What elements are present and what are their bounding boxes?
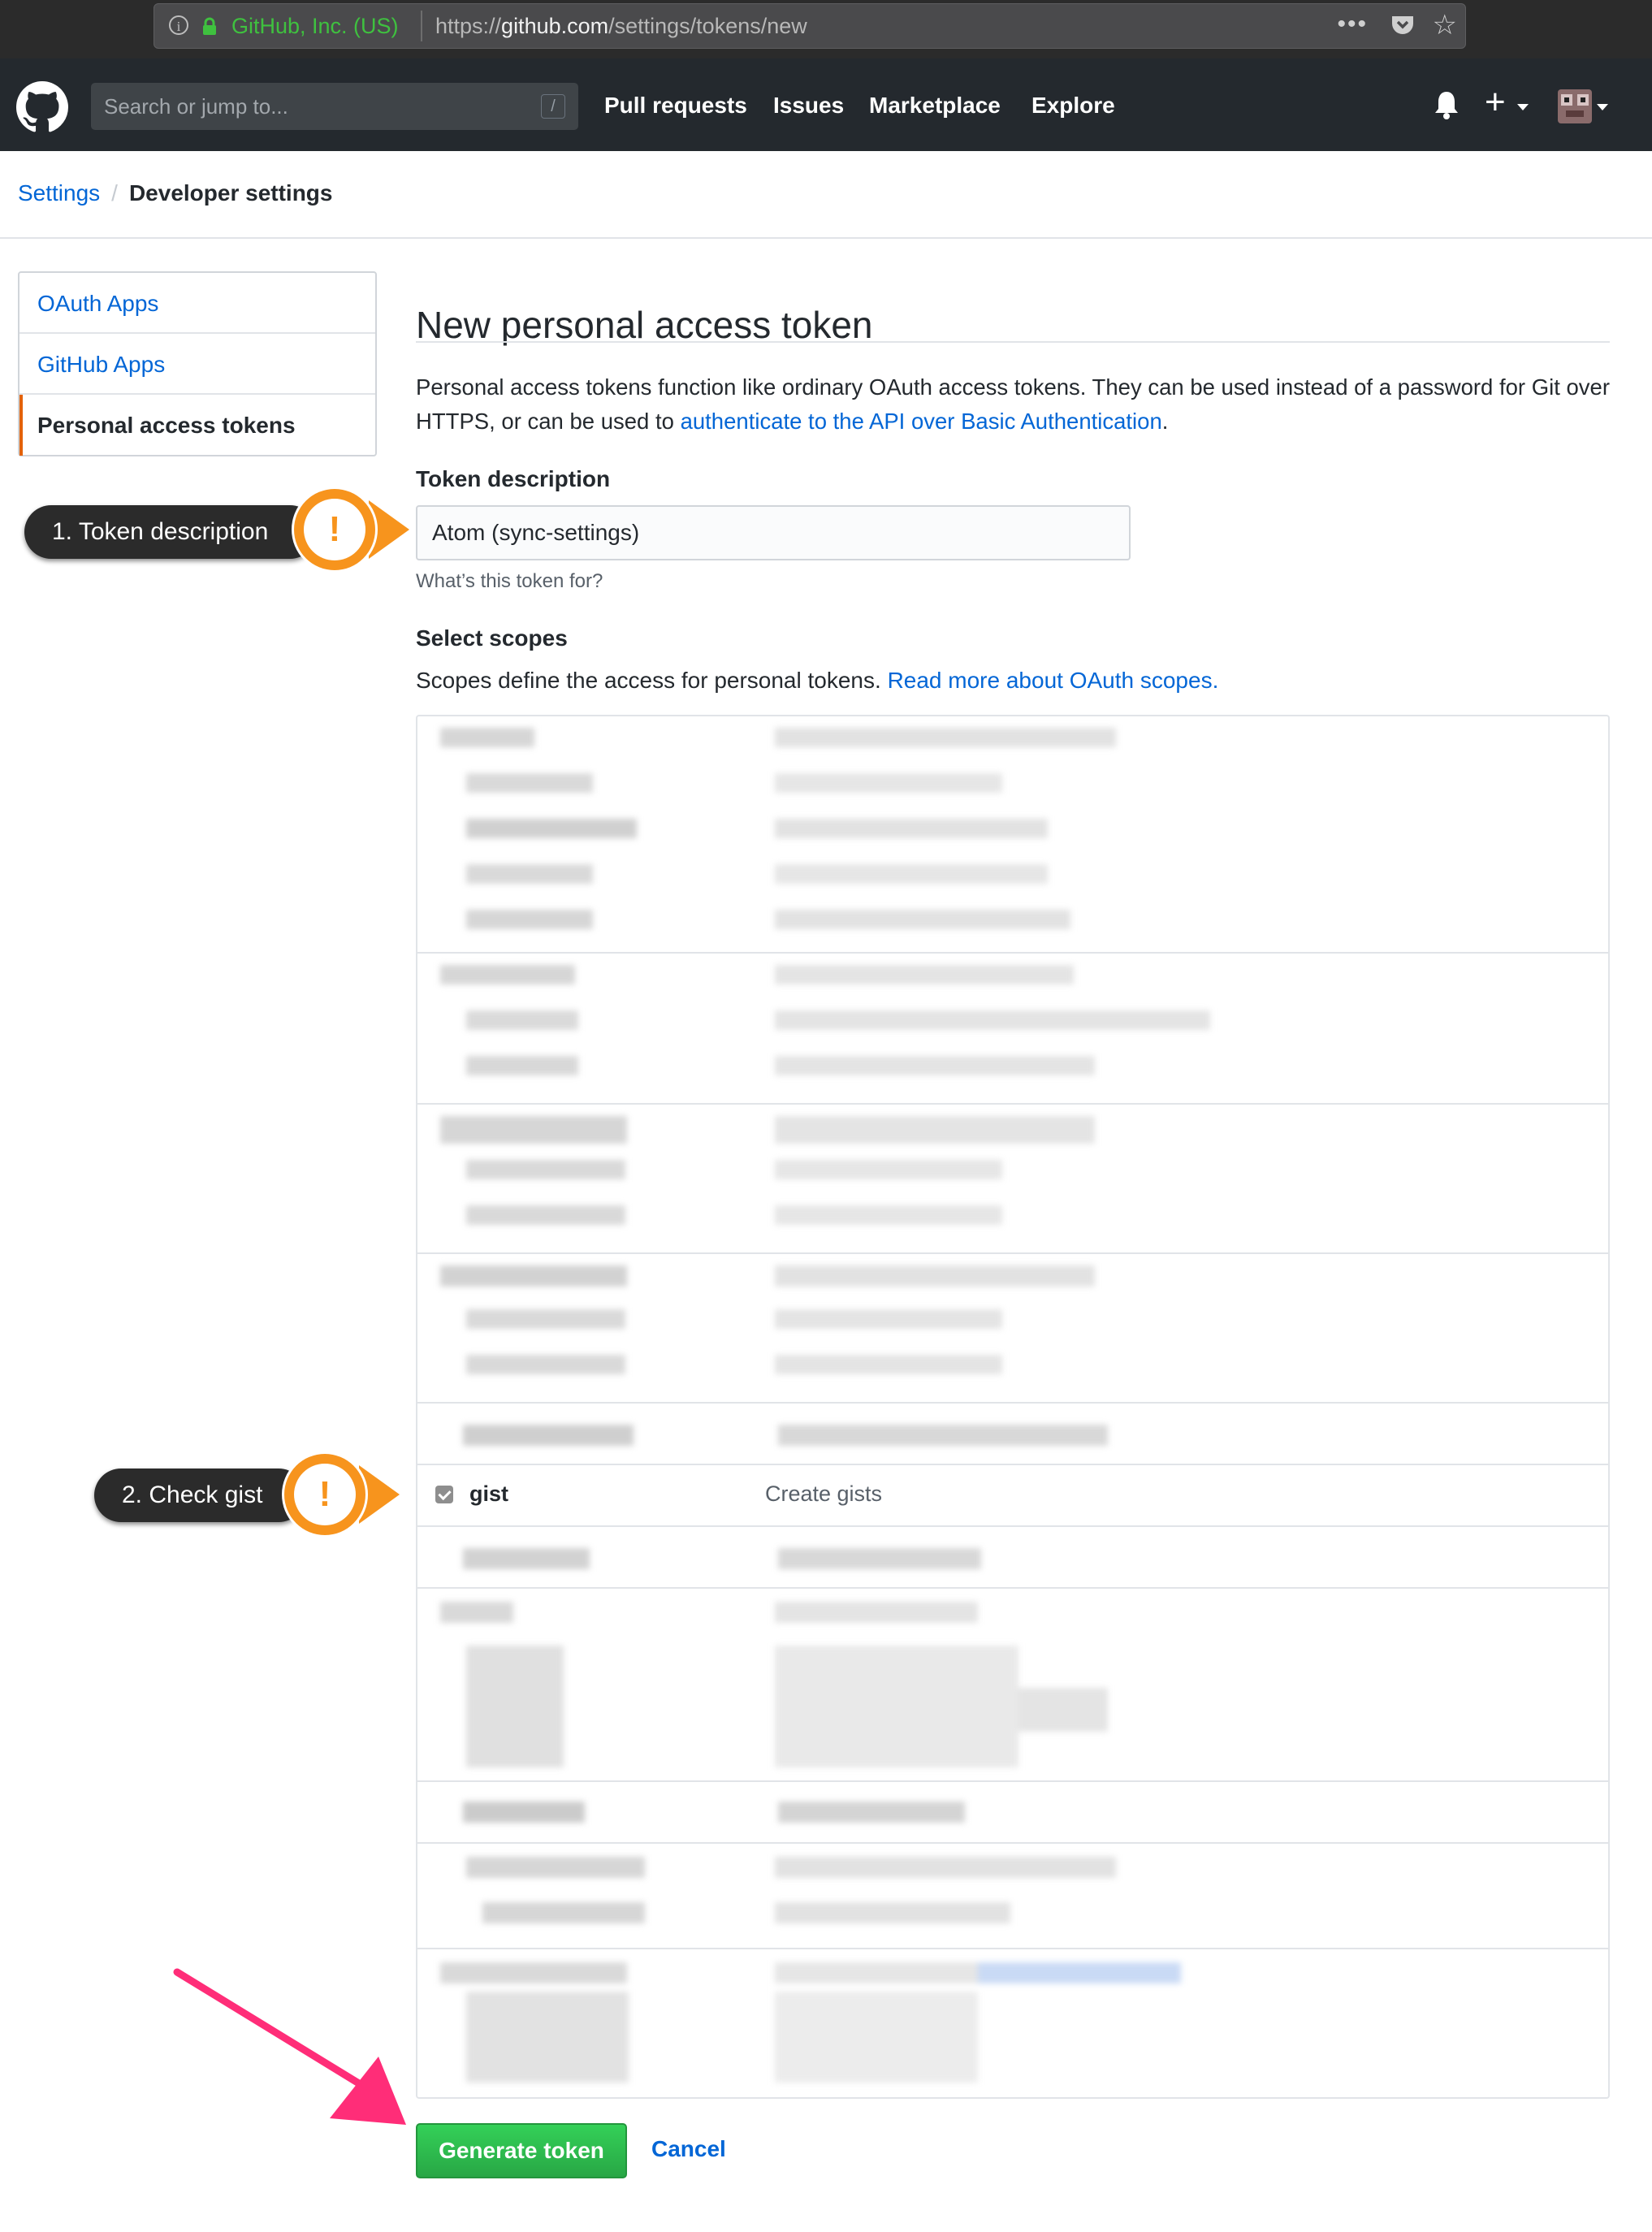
- user-avatar[interactable]: [1558, 89, 1592, 123]
- pixelated-scope-group: [434, 726, 1116, 945]
- annotation-step2-label: 2. Check gist: [94, 1469, 305, 1522]
- oauth-scopes-link[interactable]: Read more about OAuth scopes.: [888, 668, 1219, 693]
- scope-divider: [417, 1464, 1608, 1465]
- nav-explore[interactable]: Explore: [1031, 93, 1115, 119]
- scope-divider: [417, 1780, 1608, 1782]
- scopes-table: gist Create gists: [416, 715, 1610, 2099]
- page-title: New personal access token: [416, 303, 873, 346]
- github-logo-icon[interactable]: [16, 81, 68, 133]
- pixelated-scope-group: [434, 1959, 1181, 2089]
- search-placeholder: Search or jump to...: [104, 94, 288, 119]
- cancel-button[interactable]: Cancel: [651, 2136, 726, 2162]
- sidebar-item-github-apps[interactable]: GitHub Apps: [19, 334, 375, 395]
- scope-divider: [417, 1525, 1608, 1527]
- notifications-bell-icon[interactable]: [1433, 89, 1460, 120]
- nav-issues[interactable]: Issues: [773, 93, 844, 119]
- pixelated-scope-group: [434, 1598, 1165, 1772]
- intro-paragraph: Personal access tokens function like ord…: [416, 370, 1618, 439]
- bookmark-star-icon[interactable]: ☆: [1433, 9, 1457, 41]
- svg-text:!: !: [329, 509, 341, 549]
- address-separator: [421, 11, 422, 41]
- chevron-down-icon[interactable]: [1597, 104, 1608, 110]
- github-header: Search or jump to... / Pull requests Iss…: [0, 58, 1652, 151]
- breadcrumb: Settings / Developer settings: [18, 180, 332, 206]
- pixelated-scope-row: [434, 1543, 1132, 1576]
- basic-auth-link[interactable]: authenticate to the API over Basic Authe…: [681, 409, 1162, 434]
- gist-checkbox[interactable]: [435, 1486, 453, 1503]
- scopes-text: Scopes define the access for personal to…: [416, 668, 888, 693]
- sidebar-item-oauth-apps[interactable]: OAuth Apps: [19, 273, 375, 334]
- pixelated-scope-group: [434, 1262, 1100, 1395]
- annotation-step1-label: 1. Token description: [24, 505, 317, 559]
- scope-divider: [417, 1103, 1608, 1105]
- gist-scope-name: gist: [469, 1482, 509, 1506]
- nav-marketplace[interactable]: Marketplace: [869, 93, 1001, 119]
- intro-end: .: [1161, 409, 1169, 434]
- search-input[interactable]: Search or jump to... /: [91, 83, 578, 130]
- token-description-note: What’s this token for?: [416, 570, 603, 592]
- site-identity: GitHub, Inc. (US): [231, 14, 399, 38]
- scopes-description: Scopes define the access for personal to…: [416, 668, 1218, 694]
- pink-arrow-icon: [173, 1968, 406, 2125]
- svg-text:!: !: [319, 1474, 331, 1514]
- header-divider: [0, 237, 1652, 239]
- pixelated-scope-group: [434, 1854, 1132, 1935]
- search-shortcut-key: /: [541, 94, 565, 119]
- nav-pull-requests[interactable]: Pull requests: [604, 93, 747, 119]
- lock-icon: [203, 17, 216, 35]
- gist-scope-description: Create gists: [765, 1482, 883, 1506]
- title-divider: [416, 341, 1610, 343]
- info-icon[interactable]: i: [169, 15, 188, 35]
- page-actions-icon[interactable]: •••: [1337, 11, 1368, 38]
- scope-divider: [417, 952, 1608, 954]
- browser-toolbar: i GitHub, Inc. (US) https://github.com/s…: [0, 0, 1652, 58]
- token-description-label: Token description: [416, 466, 611, 491]
- pocket-icon[interactable]: [1390, 14, 1415, 37]
- select-scopes-label: Select scopes: [416, 625, 568, 651]
- breadcrumb-settings-link[interactable]: Settings: [18, 180, 100, 205]
- sidebar-item-personal-access-tokens[interactable]: Personal access tokens: [19, 395, 375, 456]
- address-bar[interactable]: i GitHub, Inc. (US) https://github.com/s…: [154, 3, 1466, 49]
- pixelated-scope-group: [434, 1113, 1100, 1246]
- annotation-warning-badge-icon: !: [282, 1451, 400, 1538]
- url-text[interactable]: https://github.com/settings/tokens/new: [435, 14, 807, 39]
- scope-divider: [417, 1252, 1608, 1254]
- breadcrumb-separator: /: [111, 180, 118, 205]
- pixelated-scope-row: [434, 1420, 1132, 1452]
- scope-divider: [417, 1948, 1608, 1949]
- breadcrumb-current: Developer settings: [128, 180, 333, 205]
- pixelated-scope-group: [434, 963, 1210, 1097]
- scope-divider: [417, 1842, 1608, 1844]
- chevron-down-icon[interactable]: [1517, 104, 1529, 110]
- scope-divider: [417, 1402, 1608, 1404]
- developer-settings-menu: OAuth Apps GitHub Apps Personal access t…: [18, 271, 377, 456]
- scope-divider: [417, 1587, 1608, 1589]
- token-description-input[interactable]: Atom (sync-settings): [416, 505, 1131, 560]
- pixelated-scope-row: [434, 1797, 1132, 1829]
- generate-token-button[interactable]: Generate token: [416, 2123, 627, 2178]
- create-new-icon[interactable]: +: [1485, 83, 1506, 122]
- annotation-warning-badge-icon: !: [292, 487, 409, 573]
